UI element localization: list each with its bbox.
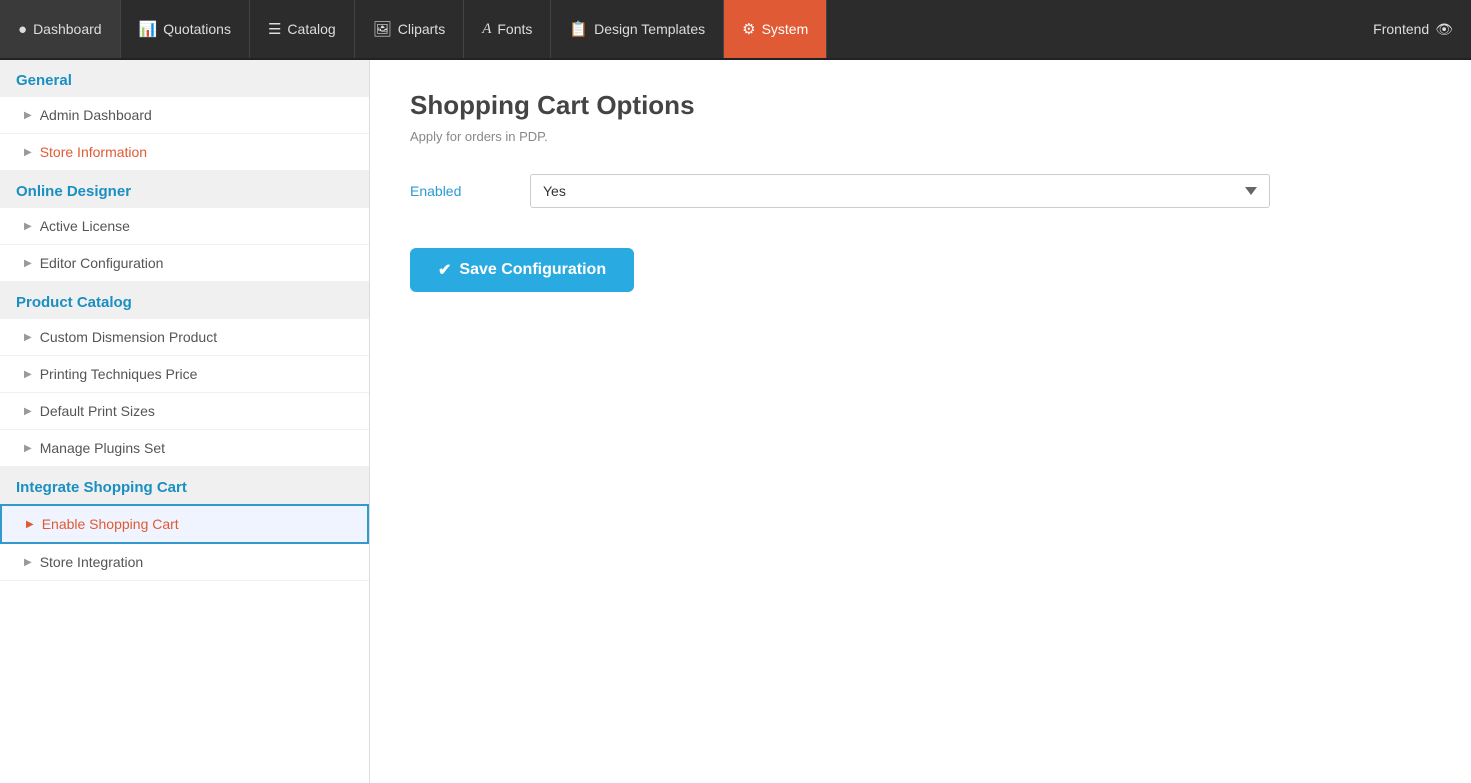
arrow-icon: ▶ [26,519,34,530]
sidebar-item-admin-dashboard[interactable]: ▶ Admin Dashboard [0,97,369,134]
save-button-label: Save Configuration [459,261,606,279]
sidebar-section-integrate-shopping-cart: Integrate Shopping Cart [0,467,369,504]
page-subtitle: Apply for orders in PDP. [410,129,1431,144]
nav-design-templates[interactable]: 📋 Design Templates [551,0,724,58]
arrow-icon: ▶ [24,221,32,232]
nav-design-templates-label: Design Templates [594,21,705,37]
fonts-icon: A [482,21,491,38]
nav-catalog-label: Catalog [287,21,335,37]
arrow-icon: ▶ [24,406,32,417]
sidebar-item-store-information[interactable]: ▶ Store Information [0,134,369,171]
enabled-form-row: Enabled Yes No [410,174,1431,208]
nav-quotations[interactable]: 📊 Quotations [121,0,250,58]
arrow-icon: ▶ [24,557,32,568]
arrow-icon: ▶ [24,147,32,158]
save-button-container: ✔ Save Configuration [410,238,1431,292]
enabled-label: Enabled [410,183,530,199]
sidebar-item-custom-dimension[interactable]: ▶ Custom Dismension Product [0,319,369,356]
nav-fonts[interactable]: A Fonts [464,0,551,58]
sidebar-item-editor-configuration[interactable]: ▶ Editor Configuration [0,245,369,282]
nav-system[interactable]: ⚙ System [724,0,827,58]
nav-system-label: System [762,21,809,37]
dashboard-icon: ● [18,21,27,38]
nav-dashboard-label: Dashboard [33,21,102,37]
sidebar-section-online-designer: Online Designer [0,171,369,208]
sidebar-item-manage-plugins[interactable]: ▶ Manage Plugins Set [0,430,369,467]
arrow-icon: ▶ [24,110,32,121]
main-content-area: Shopping Cart Options Apply for orders i… [370,60,1471,783]
sidebar-item-printing-techniques[interactable]: ▶ Printing Techniques Price [0,356,369,393]
frontend-label: Frontend [1373,21,1429,37]
sidebar-item-store-integration[interactable]: ▶ Store Integration [0,544,369,581]
enabled-select[interactable]: Yes No [530,174,1270,208]
nav-cliparts[interactable]: 🖼 Cliparts [355,0,465,58]
sidebar-item-active-license[interactable]: ▶ Active License [0,208,369,245]
page-title: Shopping Cart Options [410,90,1431,121]
checkmark-icon: ✔ [438,260,451,280]
arrow-icon: ▶ [24,443,32,454]
nav-quotations-label: Quotations [163,21,231,37]
nav-dashboard[interactable]: ● Dashboard [0,0,121,58]
catalog-icon: ☰ [268,20,281,38]
sidebar-item-enable-shopping-cart[interactable]: ▶ Enable Shopping Cart [0,504,369,544]
cliparts-icon: 🖼 [373,20,392,38]
design-templates-icon: 📋 [569,20,588,38]
main-layout: General ▶ Admin Dashboard ▶ Store Inform… [0,60,1471,783]
arrow-icon: ▶ [24,369,32,380]
arrow-icon: ▶ [24,332,32,343]
sidebar-section-general: General [0,60,369,97]
quotations-icon: 📊 [139,20,158,38]
sidebar-section-product-catalog: Product Catalog [0,282,369,319]
sidebar: General ▶ Admin Dashboard ▶ Store Inform… [0,60,370,783]
save-configuration-button[interactable]: ✔ Save Configuration [410,248,634,292]
nav-frontend[interactable]: Frontend 👁 [1355,0,1471,58]
sidebar-item-default-print-sizes[interactable]: ▶ Default Print Sizes [0,393,369,430]
system-icon: ⚙ [742,20,755,38]
nav-cliparts-label: Cliparts [398,21,445,37]
arrow-icon: ▶ [24,258,32,269]
nav-fonts-label: Fonts [497,21,532,37]
top-navigation: ● Dashboard 📊 Quotations ☰ Catalog 🖼 Cli… [0,0,1471,60]
nav-catalog[interactable]: ☰ Catalog [250,0,355,58]
eye-icon: 👁 [1435,21,1453,38]
